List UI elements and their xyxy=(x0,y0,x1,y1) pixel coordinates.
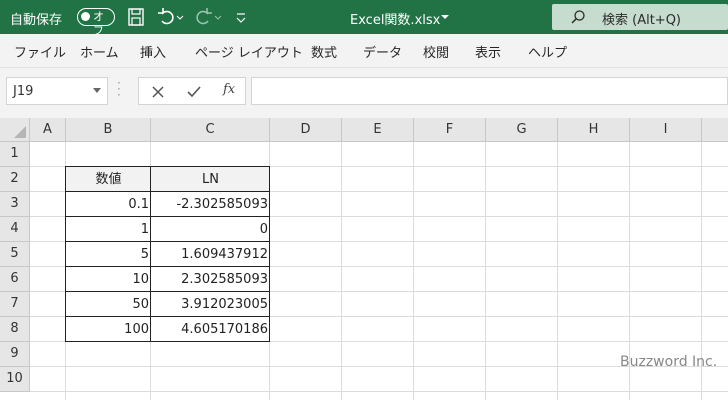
redo-icon[interactable] xyxy=(194,6,222,28)
tab-formulas[interactable]: 数式 xyxy=(311,42,337,61)
column-header-f[interactable]: F xyxy=(414,118,486,142)
title-bar: 自動保存 オフ Excel関数.xlsx 検索 (Alt+Q) xyxy=(0,0,728,37)
table-border xyxy=(65,316,270,317)
worksheet-grid[interactable]: A B C D E F G H I 1 2 3 4 5 6 7 8 9 10 数… xyxy=(0,118,728,400)
cell-b2[interactable]: 数値 xyxy=(66,167,151,192)
save-icon[interactable] xyxy=(126,6,146,28)
column-header-c[interactable]: C xyxy=(151,118,270,142)
cell-b7[interactable]: 50 xyxy=(66,292,151,317)
formula-bar-area: J19 · · · fx xyxy=(0,68,728,118)
insert-function-icon[interactable]: fx xyxy=(223,82,235,97)
column-header-d[interactable]: D xyxy=(270,118,342,142)
cell-b5[interactable]: 5 xyxy=(66,242,151,267)
cell-b6[interactable]: 10 xyxy=(66,267,151,292)
cell-b8[interactable]: 100 xyxy=(66,317,151,342)
column-header-a[interactable]: A xyxy=(30,118,66,142)
search-box[interactable]: 検索 (Alt+Q) xyxy=(552,4,728,30)
column-header-j[interactable] xyxy=(702,118,728,142)
row-header-4[interactable]: 4 xyxy=(0,217,30,242)
name-box[interactable]: J19 xyxy=(6,77,108,105)
tab-help[interactable]: ヘルプ xyxy=(528,42,567,61)
cell-b4[interactable]: 1 xyxy=(66,217,151,242)
row-header-5[interactable]: 5 xyxy=(0,242,30,267)
column-header-b[interactable]: B xyxy=(66,118,151,142)
column-header-e[interactable]: E xyxy=(342,118,414,142)
name-box-value: J19 xyxy=(13,84,34,99)
gridline xyxy=(30,391,728,392)
row-header-2[interactable]: 2 xyxy=(0,167,30,192)
row-header-10[interactable]: 10 xyxy=(0,367,30,392)
customize-toolbar-icon[interactable] xyxy=(234,6,248,28)
search-icon xyxy=(571,10,585,24)
table-border xyxy=(65,241,270,242)
tab-file[interactable]: ファイル xyxy=(14,42,66,61)
select-all-button[interactable] xyxy=(0,118,30,142)
row-header-3[interactable]: 3 xyxy=(0,192,30,217)
cell-c2[interactable]: LN xyxy=(151,167,270,192)
cell-c4[interactable]: 0 xyxy=(151,217,270,242)
tab-insert[interactable]: 挿入 xyxy=(140,42,166,61)
table-border xyxy=(65,191,270,192)
tab-data[interactable]: データ xyxy=(363,42,402,61)
chevron-down-icon[interactable] xyxy=(93,88,101,93)
chevron-down-icon[interactable] xyxy=(440,12,450,22)
more-dots-icon: · · · xyxy=(117,76,121,102)
enter-check-icon[interactable] xyxy=(186,84,202,100)
search-label: 検索 (Alt+Q) xyxy=(602,13,682,28)
column-header-h[interactable]: H xyxy=(558,118,630,142)
toggle-knob xyxy=(81,12,90,21)
autosave-label: 自動保存 xyxy=(10,13,63,28)
tab-review[interactable]: 校閲 xyxy=(423,42,449,61)
row-header-6[interactable]: 6 xyxy=(0,267,30,292)
cancel-icon[interactable] xyxy=(150,84,166,100)
cell-c3[interactable]: -2.302585093 xyxy=(151,192,270,217)
tab-home[interactable]: ホーム xyxy=(80,42,119,61)
watermark: Buzzword Inc. xyxy=(620,354,718,370)
tab-page-layout[interactable]: ページ レイアウト xyxy=(195,42,303,61)
table-border xyxy=(65,291,270,292)
cell-c8[interactable]: 4.605170186 xyxy=(151,317,270,342)
table-border xyxy=(65,266,270,267)
row-header-1[interactable]: 1 xyxy=(0,142,30,167)
row-header-9[interactable]: 9 xyxy=(0,342,30,367)
gridline xyxy=(341,142,342,400)
undo-icon[interactable] xyxy=(156,6,184,28)
column-header-g[interactable]: G xyxy=(486,118,558,142)
autosave-toggle[interactable]: オフ xyxy=(77,8,115,37)
row-header-7[interactable]: 7 xyxy=(0,292,30,317)
table-border xyxy=(65,216,270,217)
cell-c7[interactable]: 3.912023005 xyxy=(151,292,270,317)
gridline xyxy=(413,142,414,400)
row-header-8[interactable]: 8 xyxy=(0,317,30,342)
column-header-i[interactable]: I xyxy=(630,118,702,142)
cell-c5[interactable]: 1.609437912 xyxy=(151,242,270,267)
cell-c6[interactable]: 2.302585093 xyxy=(151,267,270,292)
formula-buttons: fx xyxy=(138,77,246,105)
ribbon-tabs: ファイル ホーム 挿入 ページ レイアウト 数式 データ 校閲 表示 ヘルプ xyxy=(0,34,728,68)
file-name[interactable]: Excel関数.xlsx xyxy=(350,9,440,28)
cell-b3[interactable]: 0.1 xyxy=(66,192,151,217)
formula-input[interactable] xyxy=(251,77,728,105)
tab-view[interactable]: 表示 xyxy=(475,42,501,61)
gridline xyxy=(485,142,486,400)
gridline xyxy=(557,142,558,400)
